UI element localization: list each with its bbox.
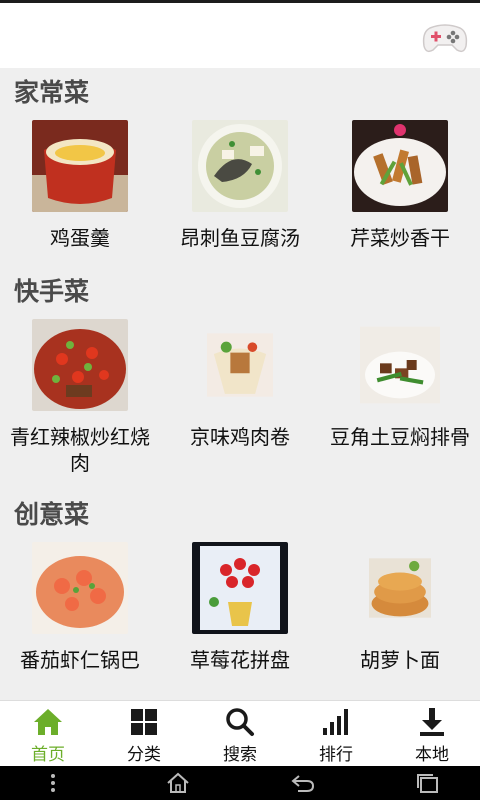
recipe-card[interactable]: 青红辣椒炒红烧肉 [0,311,160,476]
recipe-name: 昂刺鱼豆腐汤 [180,226,300,250]
home-icon [34,709,62,735]
section-home-cooking: 家常菜 鸡蛋羹 昂刺鱼豆腐汤 芹菜炒香干 [0,68,480,267]
recipe-image [360,326,440,404]
recipe-name: 草莓花拼盘 [190,648,290,672]
recipe-card[interactable]: 番茄虾仁锅巴 [0,534,160,673]
grid-icon [131,709,157,735]
recipe-list: 家常菜 鸡蛋羹 昂刺鱼豆腐汤 芹菜炒香干 快手菜 青红辣椒炒红烧肉 京味鸡肉卷 … [0,68,480,700]
recipe-image [32,120,128,212]
recipe-image [192,120,288,212]
recipe-card[interactable]: 鸡蛋羹 [0,112,160,251]
tab-label: 本地 [415,745,449,765]
download-icon [420,708,444,736]
recipe-card[interactable]: 芹菜炒香干 [320,112,480,251]
top-bar [0,0,480,68]
bottom-nav: 首页 分类 搜索 排行 本地 [0,700,480,766]
tab-local[interactable]: 本地 [384,701,480,766]
section-quick-dishes: 快手菜 青红辣椒炒红烧肉 京味鸡肉卷 豆角土豆焖排骨 [0,267,480,490]
back-icon[interactable] [290,771,316,795]
signal-bars-icon [323,709,348,735]
recipe-image [207,333,273,397]
recent-apps-icon[interactable] [415,771,441,795]
tab-search[interactable]: 搜索 [192,701,288,766]
recipe-name: 豆角土豆焖排骨 [330,425,470,449]
tab-categories[interactable]: 分类 [96,701,192,766]
home-button-icon[interactable] [165,771,191,795]
tab-ranking[interactable]: 排行 [288,701,384,766]
tab-home[interactable]: 首页 [0,701,96,766]
tab-label: 首页 [31,745,65,765]
recipe-name: 番茄虾仁锅巴 [20,648,140,672]
recipe-name: 鸡蛋羹 [50,226,110,250]
tab-label: 搜索 [223,745,257,765]
recipe-image [369,558,431,618]
recipe-name: 京味鸡肉卷 [190,425,290,449]
tab-label: 分类 [127,745,161,765]
recipe-name: 芹菜炒香干 [350,226,450,250]
section-creative-dishes: 创意菜 番茄虾仁锅巴 草莓花拼盘 胡萝卜面 [0,490,480,690]
section-title: 家常菜 [14,78,90,107]
system-nav-bar [0,766,480,800]
menu-icon[interactable] [40,771,66,795]
tab-label: 排行 [319,745,353,765]
recipe-name: 胡萝卜面 [360,648,440,672]
recipe-card[interactable]: 草莓花拼盘 [160,534,320,673]
recipe-card[interactable]: 胡萝卜面 [320,534,480,673]
recipe-name: 青红辣椒炒红烧肉 [10,425,150,475]
search-icon [226,708,254,736]
gamepad-icon[interactable] [422,18,468,58]
section-title: 快手菜 [14,277,90,306]
recipe-image [192,542,288,634]
recipe-image [32,319,128,411]
recipe-card[interactable]: 昂刺鱼豆腐汤 [160,112,320,251]
recipe-card[interactable]: 豆角土豆焖排骨 [320,311,480,476]
recipe-image [32,542,128,634]
section-title: 创意菜 [14,500,90,529]
recipe-card[interactable]: 京味鸡肉卷 [160,311,320,476]
recipe-image [352,120,448,212]
